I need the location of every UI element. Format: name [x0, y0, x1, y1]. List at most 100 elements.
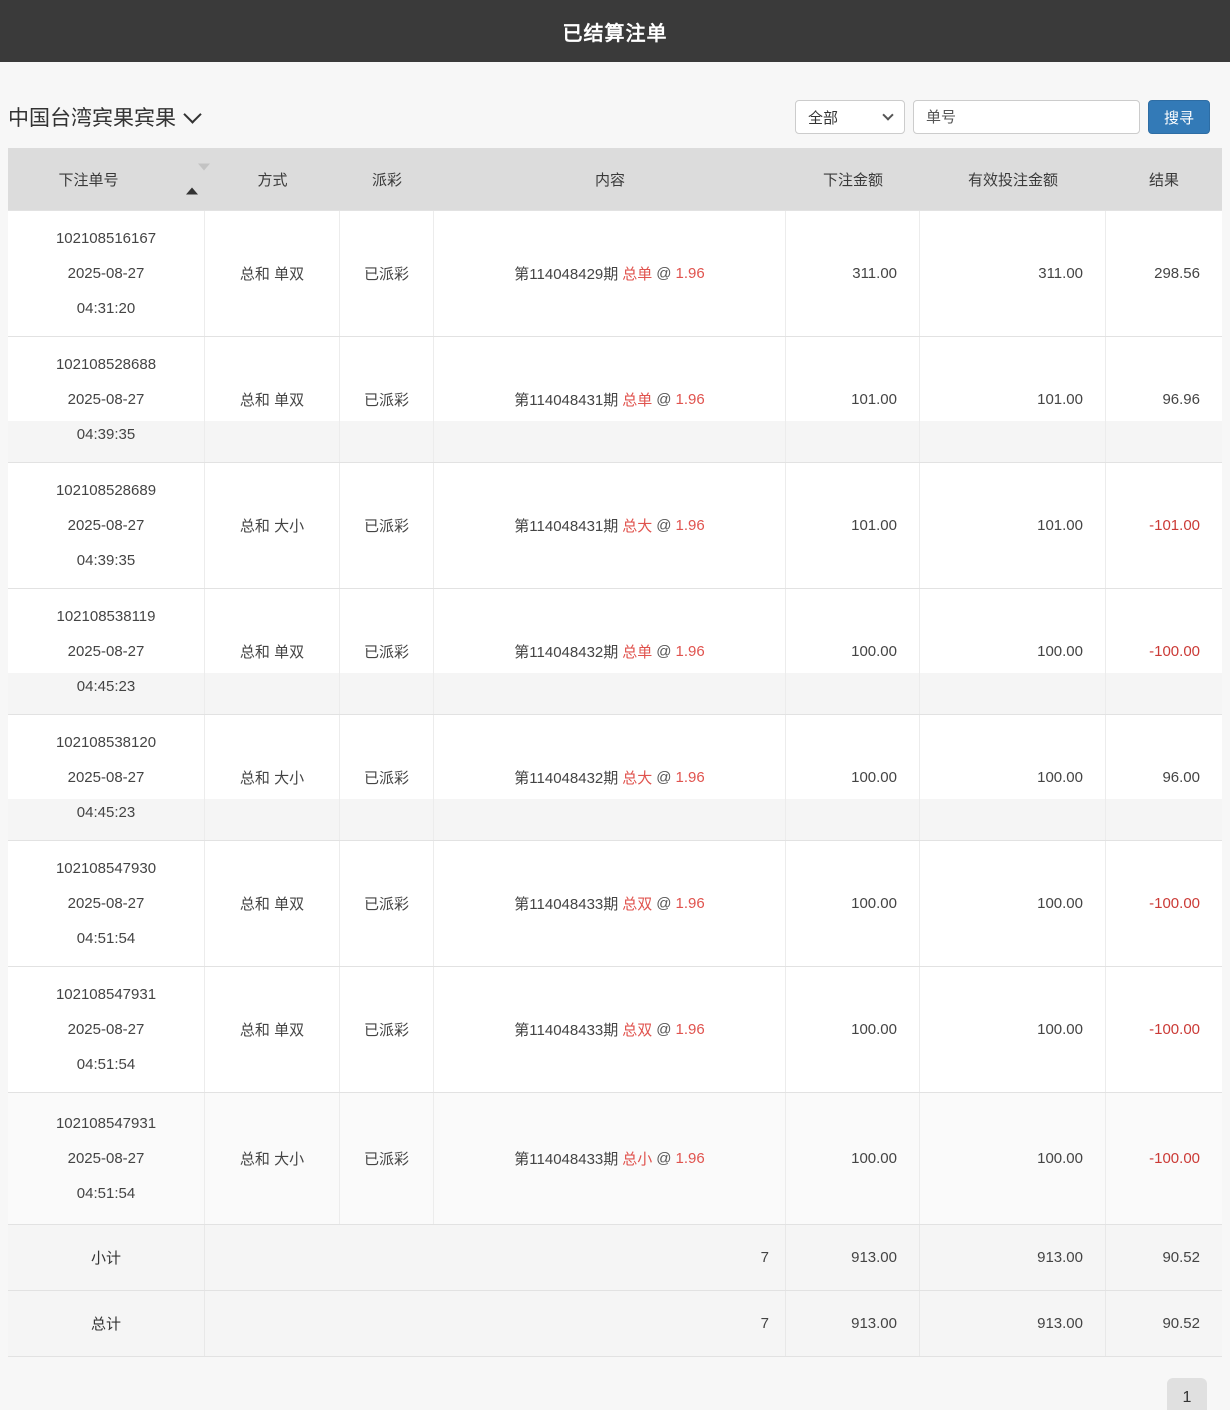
odds-separator: @: [656, 1021, 671, 1038]
bet-order-number: 102108528689: [56, 480, 156, 501]
bet-type: 总单: [622, 389, 652, 410]
bet-time: 04:45:23: [77, 676, 135, 697]
bet-amount: 100.00: [786, 589, 920, 714]
bet-content: 第114048429期 总单 @ 1.96: [434, 211, 786, 336]
bet-amount: 101.00: [786, 463, 920, 588]
bet-method: 总和 大小: [205, 715, 340, 840]
odds-value: 1.96: [676, 517, 705, 534]
bet-order-cell: 102108516167 2025-08-27 04:31:20: [8, 211, 205, 336]
table-body: 102108516167 2025-08-27 04:31:20 总和 单双 已…: [8, 210, 1222, 1224]
bet-method: 总和 单双: [205, 589, 340, 714]
valid-bet-amount: 100.00: [920, 715, 1106, 840]
order-number-input[interactable]: [913, 100, 1140, 134]
valid-bet-amount: 101.00: [920, 337, 1106, 462]
bet-result: 298.56: [1106, 211, 1222, 336]
bet-content: 第114048431期 总单 @ 1.96: [434, 337, 786, 462]
chevron-down-icon: [183, 105, 201, 123]
draw-period: 第114048431期: [514, 515, 618, 536]
bet-type: 总大: [622, 767, 652, 788]
bet-result: 96.96: [1106, 337, 1222, 462]
bet-order-cell: 102108538120 2025-08-27 04:45:23: [8, 715, 205, 840]
header-bet-amount: 下注金额: [786, 148, 920, 210]
subtotal-valid-amount: 913.00: [920, 1225, 1106, 1290]
bet-result: -101.00: [1106, 463, 1222, 588]
bet-time: 04:31:20: [77, 298, 135, 319]
subtotal-result: 90.52: [1106, 1225, 1222, 1290]
bet-content: 第114048433期 总双 @ 1.96: [434, 841, 786, 966]
bet-date: 2025-08-27: [68, 767, 145, 788]
toolbar: 中国台湾宾果宾果 全部 搜寻: [0, 62, 1230, 148]
title-bar: 已结算注单: [0, 0, 1230, 62]
bet-date: 2025-08-27: [68, 263, 145, 284]
game-selector[interactable]: 中国台湾宾果宾果: [8, 102, 199, 134]
bet-amount: 100.00: [786, 1093, 920, 1224]
valid-bet-amount: 100.00: [920, 1093, 1106, 1224]
payout-status: 已派彩: [340, 967, 434, 1092]
bet-method: 总和 单双: [205, 967, 340, 1092]
bet-order-number: 102108547931: [56, 1113, 156, 1134]
payout-status: 已派彩: [340, 841, 434, 966]
bet-order-number: 102108538120: [56, 732, 156, 753]
bet-date: 2025-08-27: [68, 515, 145, 536]
bet-type: 总大: [622, 515, 652, 536]
bet-result: -100.00: [1106, 589, 1222, 714]
search-button[interactable]: 搜寻: [1148, 100, 1210, 134]
header-content: 内容: [434, 148, 786, 210]
bet-date: 2025-08-27: [68, 893, 145, 914]
table-row: 102108547931 2025-08-27 04:51:54 总和 单双 已…: [8, 966, 1222, 1092]
bet-result: -100.00: [1106, 1093, 1222, 1224]
bet-date: 2025-08-27: [68, 641, 145, 662]
page-button-1[interactable]: 1: [1167, 1378, 1207, 1410]
bet-date: 2025-08-27: [68, 1019, 145, 1040]
odds-value: 1.96: [676, 895, 705, 912]
bet-order-cell: 102108547931 2025-08-27 04:51:54: [8, 967, 205, 1092]
bet-time: 04:51:54: [77, 1054, 135, 1075]
bet-content: 第114048433期 总双 @ 1.96: [434, 967, 786, 1092]
bet-time: 04:39:35: [77, 550, 135, 571]
bet-order-cell: 102108528689 2025-08-27 04:39:35: [8, 463, 205, 588]
header-valid-amount: 有效投注金额: [920, 148, 1106, 210]
draw-period: 第114048433期: [514, 893, 618, 914]
bet-type: 总双: [622, 893, 652, 914]
draw-period: 第114048429期: [514, 263, 618, 284]
sort-icon[interactable]: [186, 171, 198, 188]
bet-time: 04:39:35: [77, 424, 135, 445]
valid-bet-amount: 101.00: [920, 463, 1106, 588]
settled-bets-table: 下注单号 方式 派彩 内容 下注金额 有效投注金额 结果 10210851616…: [8, 148, 1222, 1357]
payout-status: 已派彩: [340, 337, 434, 462]
odds-value: 1.96: [676, 769, 705, 786]
sort-desc-icon: [198, 164, 210, 188]
bet-type: 总单: [622, 641, 652, 662]
header-bet-order-number[interactable]: 下注单号: [8, 148, 205, 210]
total-label: 总计: [8, 1291, 205, 1356]
payout-status: 已派彩: [340, 589, 434, 714]
total-row: 总计 7 913.00 913.00 90.52: [8, 1290, 1222, 1356]
odds-separator: @: [656, 391, 671, 408]
page: 已结算注单 中国台湾宾果宾果 全部 搜寻 下注单号 方式: [0, 0, 1230, 1410]
bet-order-number: 102108547930: [56, 858, 156, 879]
table-row: 102108528688 2025-08-27 04:39:35 总和 单双 已…: [8, 336, 1222, 462]
valid-bet-amount: 311.00: [920, 211, 1106, 336]
subtotal-row: 小计 7 913.00 913.00 90.52: [8, 1224, 1222, 1290]
table-header-row: 下注单号 方式 派彩 内容 下注金额 有效投注金额 结果: [8, 148, 1222, 210]
payout-status: 已派彩: [340, 463, 434, 588]
bet-type: 总单: [622, 263, 652, 284]
table-row: 102108547931 2025-08-27 04:51:54 总和 大小 已…: [8, 1092, 1222, 1224]
bet-method: 总和 大小: [205, 463, 340, 588]
valid-bet-amount: 100.00: [920, 589, 1106, 714]
bet-method: 总和 单双: [205, 841, 340, 966]
bet-time: 04:51:54: [77, 1183, 135, 1204]
table-row: 102108516167 2025-08-27 04:31:20 总和 单双 已…: [8, 210, 1222, 336]
bet-result: -100.00: [1106, 967, 1222, 1092]
odds-value: 1.96: [676, 643, 705, 660]
odds-separator: @: [656, 643, 671, 660]
header-method: 方式: [205, 148, 340, 210]
odds-separator: @: [656, 265, 671, 282]
bet-amount: 311.00: [786, 211, 920, 336]
bet-type: 总双: [622, 1019, 652, 1040]
bet-order-cell: 102108528688 2025-08-27 04:39:35: [8, 337, 205, 462]
subtotal-bet-amount: 913.00: [786, 1225, 920, 1290]
filter-select[interactable]: 全部: [795, 100, 905, 134]
bet-content: 第114048432期 总单 @ 1.96: [434, 589, 786, 714]
page-title: 已结算注单: [563, 17, 668, 46]
